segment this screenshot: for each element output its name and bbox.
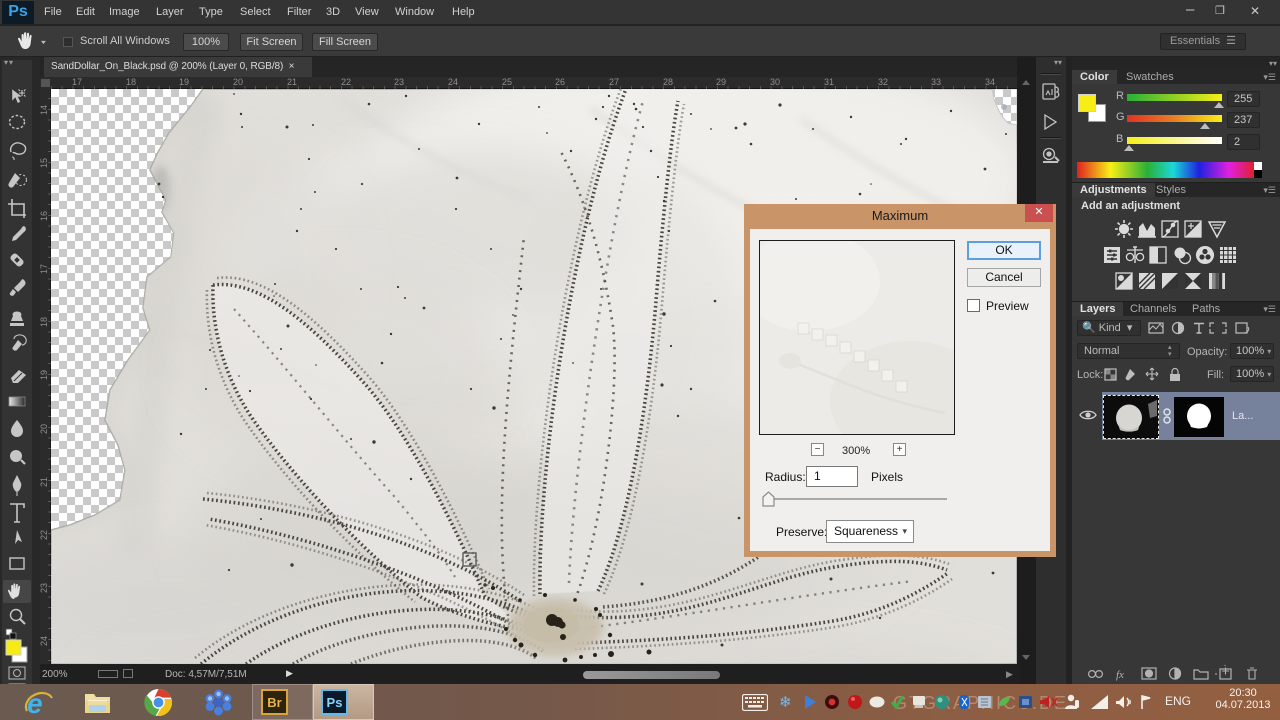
svg-text:fx: fx xyxy=(1116,669,1124,681)
svg-text:❄: ❄ xyxy=(779,694,792,711)
